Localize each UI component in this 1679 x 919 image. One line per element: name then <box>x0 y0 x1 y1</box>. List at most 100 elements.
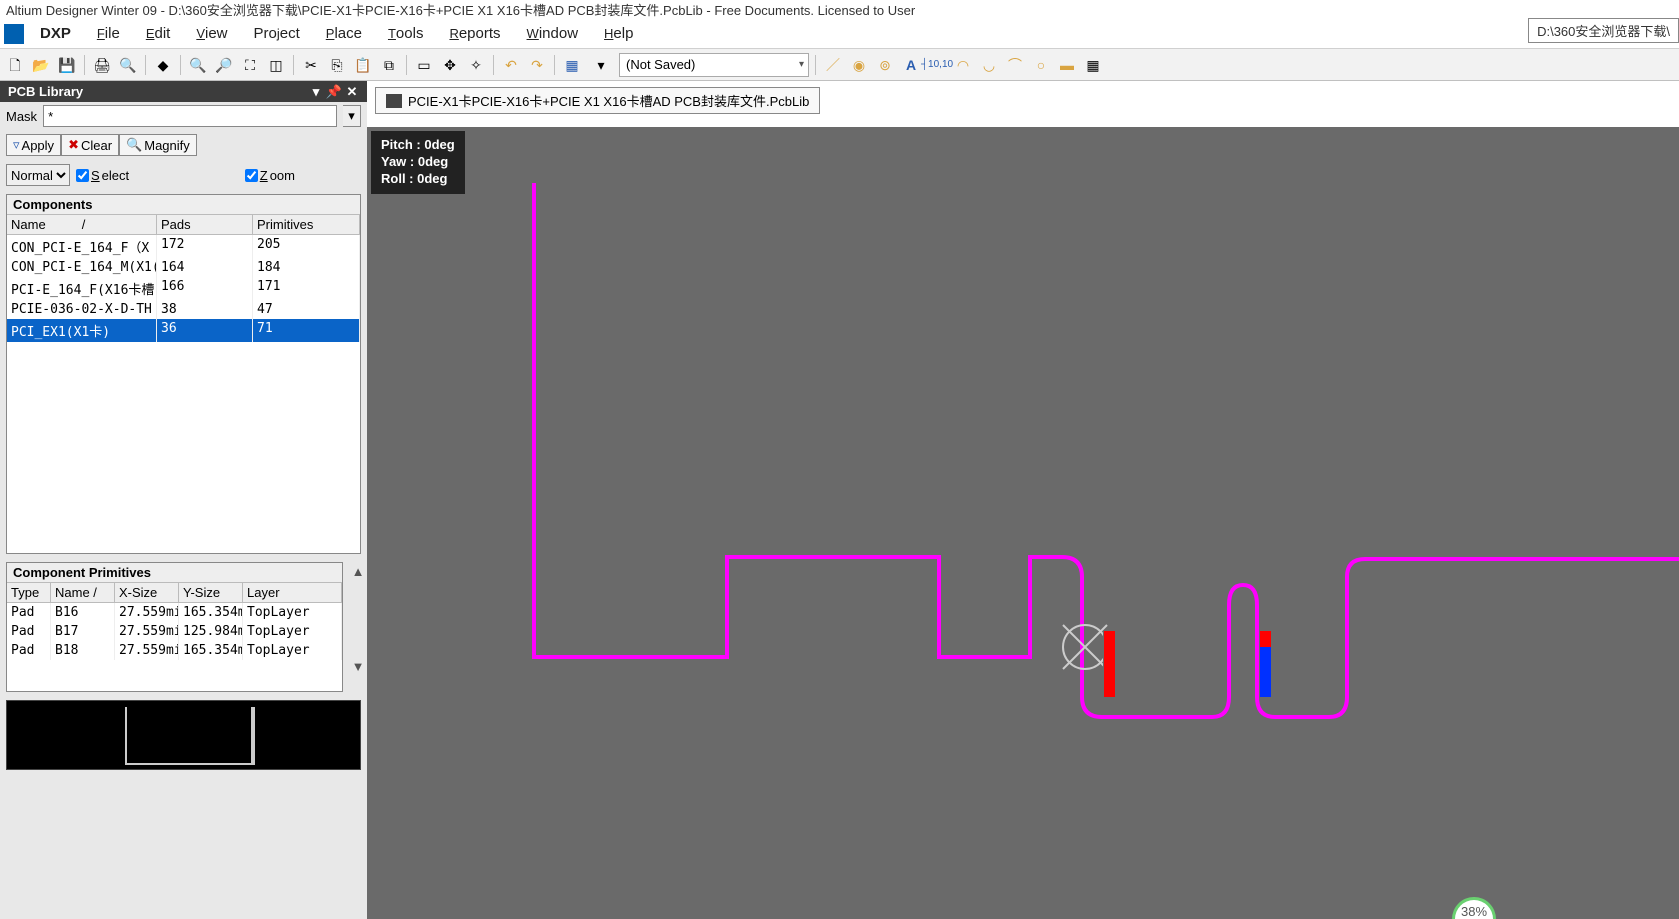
primitives-grid: Component Primitives Type Name / X-Size … <box>6 562 343 692</box>
separator <box>293 55 294 75</box>
components-grid: Components Name / Pads Primitives CON_PC… <box>6 194 361 554</box>
snap-grid-combo[interactable]: (Not Saved) <box>619 53 809 77</box>
place-pad-icon[interactable]: ◉ <box>848 54 870 76</box>
component-row[interactable]: PCI-E_164_F(X16卡槽166171 <box>7 277 360 300</box>
place-fill-icon[interactable]: ▬ <box>1056 54 1078 76</box>
zoom-fit-icon[interactable]: ⛶ <box>239 54 261 76</box>
component-row[interactable]: CON_PCI-E_164_F（X172205 <box>7 235 360 258</box>
clear-button[interactable]: ✖Clear <box>61 134 119 156</box>
col-pads[interactable]: Pads <box>157 215 253 234</box>
menu-project[interactable]: Project <box>242 21 312 46</box>
deselect-icon[interactable]: ✧ <box>465 54 487 76</box>
zoom-out-icon[interactable]: 🔎 <box>213 54 235 76</box>
primitive-row[interactable]: PadB1727.559mi125.984mTopLayer <box>7 622 342 641</box>
select-check[interactable]: Select <box>76 168 129 183</box>
menu-reports[interactable]: Reports <box>437 21 512 46</box>
mask-row: Mask ▾ <box>0 102 367 130</box>
menu-window[interactable]: Window <box>515 21 590 46</box>
cut-icon[interactable]: ✂ <box>300 54 322 76</box>
zoom-region-icon[interactable]: ◫ <box>265 54 287 76</box>
pad[interactable] <box>1103 631 1115 697</box>
open-file-icon[interactable]: 📂 <box>30 54 52 76</box>
pcb-canvas[interactable]: Pitch : 0deg Yaw : 0deg Roll : 0deg <box>367 127 1679 919</box>
menu-dxp[interactable]: DXP <box>28 21 83 46</box>
place-via-icon[interactable]: ⊚ <box>874 54 896 76</box>
copy-icon[interactable]: ⎘ <box>326 54 348 76</box>
component-row[interactable]: PCIE-036-02-X-D-TH3847 <box>7 300 360 319</box>
menu-bar: DXP File Edit View Project Place Tools R… <box>0 19 1679 49</box>
primitive-row[interactable]: PadB1627.559mi165.354mTopLayer <box>7 603 342 622</box>
place-string-icon[interactable]: A <box>900 54 922 76</box>
select-rect-icon[interactable]: ▭ <box>413 54 435 76</box>
pad-selected[interactable] <box>1259 647 1271 697</box>
separator <box>493 55 494 75</box>
component-row[interactable]: PCI_EX1(X1卡)3671 <box>7 319 360 342</box>
components-rows: CON_PCI-E_164_F（X172205CON_PCI-E_164_M(X… <box>7 235 360 553</box>
editor-area: PCIE-X1卡PCIE-X16卡+PCIE X1 X16卡槽AD PCB封装库… <box>367 81 1679 919</box>
place-arc-edge-icon[interactable]: ◡ <box>978 54 1000 76</box>
col-primitives[interactable]: Primitives <box>253 215 360 234</box>
print-preview-icon[interactable]: 🔍 <box>117 54 139 76</box>
panel-title-text: PCB Library <box>8 84 83 99</box>
menu-edit[interactable]: Edit <box>134 21 183 46</box>
main-toolbar: 🗋 📂 💾 🖨 🔍 ◆ 🔍 🔎 ⛶ ◫ ✂ ⎘ 📋 ⧉ ▭ ✥ ✧ ↶ ↷ ▦ … <box>0 49 1679 81</box>
view-options: Normal Select Zoom <box>0 160 367 190</box>
zoom-in-icon[interactable]: 🔍 <box>187 54 209 76</box>
undo-icon[interactable]: ↶ <box>500 54 522 76</box>
move-icon[interactable]: ✥ <box>439 54 461 76</box>
separator <box>180 55 181 75</box>
zoom-check[interactable]: Zoom <box>245 168 295 183</box>
save-icon[interactable]: 💾 <box>56 54 78 76</box>
panel-pin-icon[interactable]: 📌 <box>327 85 341 99</box>
apply-button[interactable]: ▿Apply <box>6 134 61 156</box>
menu-view[interactable]: View <box>184 21 239 46</box>
place-dimension-icon[interactable]: ┤10,10 <box>926 54 948 76</box>
col-pname[interactable]: Name / <box>51 583 115 602</box>
place-array-icon[interactable]: ▦ <box>1082 54 1104 76</box>
panel-menu-icon[interactable]: ▾ <box>309 85 323 99</box>
grid-dropdown-icon[interactable]: ▾ <box>587 54 615 76</box>
print-icon[interactable]: 🖨 <box>91 54 113 76</box>
separator <box>554 55 555 75</box>
style-select[interactable]: Normal <box>6 164 70 186</box>
place-full-circle-icon[interactable]: ○ <box>1030 54 1052 76</box>
col-xsize[interactable]: X-Size <box>115 583 179 602</box>
menu-help[interactable]: Help <box>592 21 645 46</box>
col-layer[interactable]: Layer <box>243 583 342 602</box>
separator <box>406 55 407 75</box>
primitives-rows: PadB1627.559mi165.354mTopLayerPadB1727.5… <box>7 603 342 691</box>
new-file-icon[interactable]: 🗋 <box>4 54 26 76</box>
menu-file[interactable]: File <box>85 21 132 46</box>
panel-close-icon[interactable]: ✕ <box>345 85 359 99</box>
col-name[interactable]: Name / <box>7 215 157 234</box>
primitive-row[interactable]: PadB1827.559mi165.354mTopLayer <box>7 641 342 660</box>
mask-input[interactable] <box>43 105 337 127</box>
path-overflow-tab[interactable]: D:\360安全浏览器下载\ <box>1528 18 1679 43</box>
document-tabs: PCIE-X1卡PCIE-X16卡+PCIE X1 X16卡槽AD PCB封装库… <box>367 81 1679 127</box>
primitives-columns: Type Name / X-Size Y-Size Layer <box>7 583 342 603</box>
place-line-icon[interactable]: ／ <box>822 54 844 76</box>
col-ysize[interactable]: Y-Size <box>179 583 243 602</box>
menu-tools[interactable]: Tools <box>376 21 435 46</box>
scroll-up-icon[interactable]: ▲ <box>352 564 365 579</box>
components-header: Components <box>7 195 360 215</box>
layers-icon[interactable]: ◆ <box>152 54 174 76</box>
place-arc-center-icon[interactable]: ◠ <box>952 54 974 76</box>
col-type[interactable]: Type <box>7 583 51 602</box>
mask-label: Mask <box>6 109 37 124</box>
duplicate-icon[interactable]: ⧉ <box>378 54 400 76</box>
grid-icon[interactable]: ▦ <box>561 54 583 76</box>
magnify-button[interactable]: 🔍Magnify <box>119 134 197 156</box>
place-arc-any-icon[interactable]: ⌒ <box>1004 54 1026 76</box>
pcb-library-panel: PCB Library ▾ 📌 ✕ Mask ▾ ▿Apply ✖Clear 🔍… <box>0 81 367 919</box>
menu-place[interactable]: Place <box>314 21 374 46</box>
document-tab-label: PCIE-X1卡PCIE-X16卡+PCIE X1 X16卡槽AD PCB封装库… <box>408 91 809 110</box>
mechanical-outline <box>367 127 1679 919</box>
scroll-down-icon[interactable]: ▼ <box>352 659 365 674</box>
redo-icon[interactable]: ↷ <box>526 54 548 76</box>
component-row[interactable]: CON_PCI-E_164_M(X1(164184 <box>7 258 360 277</box>
paste-icon[interactable]: 📋 <box>352 54 374 76</box>
document-tab[interactable]: PCIE-X1卡PCIE-X16卡+PCIE X1 X16卡槽AD PCB封装库… <box>375 87 820 114</box>
mask-dropdown-icon[interactable]: ▾ <box>343 105 361 127</box>
panel-title-bar: PCB Library ▾ 📌 ✕ <box>0 81 367 102</box>
